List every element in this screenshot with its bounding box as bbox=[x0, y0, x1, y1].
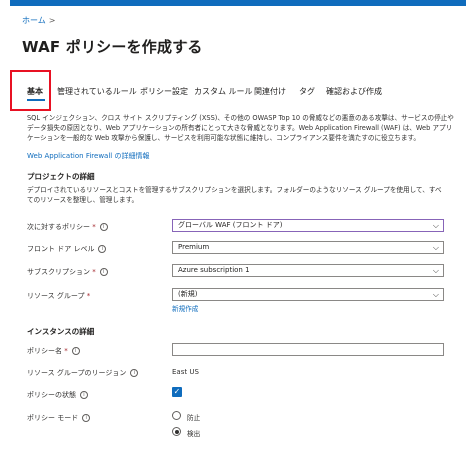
subscription-value: Azure subscription 1 bbox=[178, 266, 250, 274]
policy-mode-label: ポリシー モード i bbox=[27, 413, 91, 423]
policy-for-dropdown[interactable]: グローバル WAF (フロント ドア) ⌵ bbox=[172, 219, 444, 232]
subscription-label-text: サブスクリプション bbox=[27, 268, 90, 276]
top-accent-bar bbox=[10, 0, 466, 6]
resource-group-label-text: リソース グループ bbox=[27, 292, 85, 300]
policy-state-label: ポリシーの状態 i bbox=[27, 390, 88, 400]
resource-group-value: (新規) bbox=[178, 290, 198, 298]
info-icon: i bbox=[80, 391, 88, 399]
info-icon: i bbox=[82, 414, 91, 422]
create-new-resource-group-link[interactable]: 新規作成 bbox=[172, 303, 198, 313]
page-title: WAF ポリシーを作成する bbox=[22, 38, 203, 56]
radio-detection[interactable] bbox=[172, 427, 181, 436]
subscription-dropdown[interactable]: Azure subscription 1 ⌵ bbox=[172, 264, 444, 277]
policy-for-value: グローバル WAF (フロント ドア) bbox=[178, 221, 283, 229]
chevron-down-icon: ⌵ bbox=[432, 221, 439, 230]
project-details-heading: プロジェクトの詳細 bbox=[27, 172, 95, 181]
resource-group-label: リソース グループ * bbox=[27, 291, 90, 301]
frontdoor-tier-value: Premium bbox=[178, 243, 210, 251]
radio-prevention-label: 防止 bbox=[187, 414, 201, 422]
highlight-box bbox=[10, 70, 51, 111]
chevron-down-icon: ⌵ bbox=[432, 243, 439, 252]
region-value: East US bbox=[172, 368, 199, 376]
policy-name-label-text: ポリシー名 bbox=[27, 347, 62, 355]
resource-group-dropdown[interactable]: (新規) ⌵ bbox=[172, 288, 444, 301]
breadcrumb-home[interactable]: ホーム bbox=[22, 16, 46, 25]
radio-prevention[interactable] bbox=[172, 411, 181, 420]
info-icon: i bbox=[99, 268, 108, 276]
policy-for-label: 次に対するポリシー * i bbox=[27, 222, 108, 232]
required-marker: * bbox=[64, 347, 68, 355]
tab-policy-settings[interactable]: ポリシー設定 bbox=[140, 86, 188, 97]
project-details-description: デプロイされているリソースとコストを管理するサブスクリプションを選択します。フォ… bbox=[27, 186, 442, 204]
required-marker: * bbox=[86, 292, 91, 300]
checkmark-icon: ✓ bbox=[173, 387, 181, 396]
region-label: リソース グループのリージョン i bbox=[27, 368, 139, 378]
region-label-text: リソース グループのリージョン bbox=[27, 369, 127, 377]
subscription-label: サブスクリプション * i bbox=[27, 267, 108, 277]
info-icon: i bbox=[130, 369, 139, 377]
tab-associations[interactable]: 関連付け bbox=[254, 86, 286, 97]
tab-managed-rules[interactable]: 管理されているルール bbox=[57, 86, 137, 97]
frontdoor-tier-label: フロント ドア レベル i bbox=[27, 244, 107, 254]
info-icon: i bbox=[98, 245, 107, 253]
chevron-down-icon: ⌵ bbox=[432, 266, 439, 275]
chevron-down-icon: ⌵ bbox=[432, 290, 439, 299]
radio-detection-label: 検出 bbox=[187, 430, 201, 438]
policy-mode-label-text: ポリシー モード bbox=[27, 414, 79, 422]
info-icon: i bbox=[99, 223, 108, 231]
required-marker: * bbox=[92, 223, 96, 231]
required-marker: * bbox=[92, 268, 96, 276]
waf-description: SQL インジェクション、クロス サイト スクリプティング (XSS)、その他の… bbox=[27, 114, 454, 142]
tab-custom-rules[interactable]: カスタム ルール bbox=[194, 86, 253, 97]
frontdoor-tier-label-text: フロント ドア レベル bbox=[27, 245, 95, 253]
policy-for-label-text: 次に対するポリシー bbox=[27, 223, 90, 231]
info-icon: i bbox=[71, 347, 80, 355]
tab-tags[interactable]: タグ bbox=[299, 86, 315, 97]
policy-name-label: ポリシー名 * i bbox=[27, 346, 80, 356]
more-options-icon[interactable]: ··· bbox=[177, 36, 188, 50]
waf-learn-more-link[interactable]: Web Application Firewall の詳細情報 bbox=[27, 151, 149, 161]
policy-state-label-text: ポリシーの状態 bbox=[27, 391, 76, 399]
breadcrumb-separator: > bbox=[48, 16, 56, 25]
frontdoor-tier-dropdown[interactable]: Premium ⌵ bbox=[172, 241, 444, 254]
instance-details-heading: インスタンスの詳細 bbox=[27, 327, 95, 336]
tab-review-create[interactable]: 確認および作成 bbox=[326, 86, 382, 97]
policy-name-input[interactable] bbox=[172, 343, 444, 356]
policy-state-checkbox[interactable]: ✓ bbox=[172, 387, 182, 397]
breadcrumb: ホーム > bbox=[22, 15, 55, 26]
